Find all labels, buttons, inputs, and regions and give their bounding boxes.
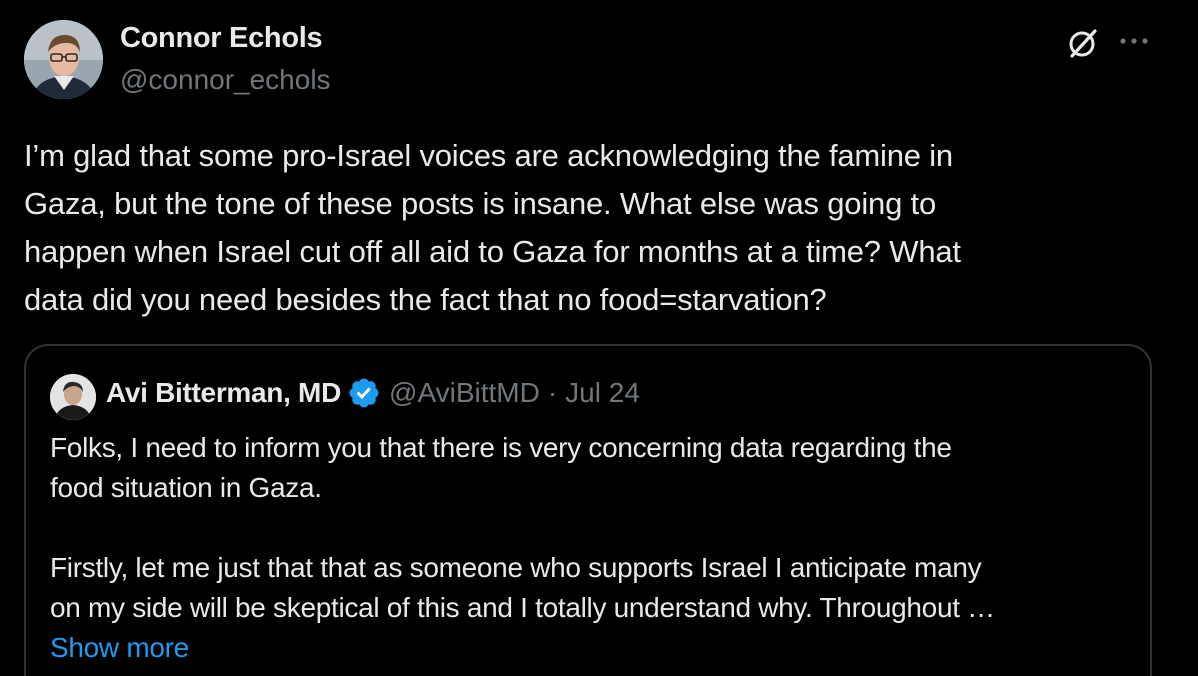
meta-separator: ·	[547, 377, 558, 408]
quoted-author-avatar-image	[50, 374, 96, 420]
quoted-author-avatar[interactable]	[50, 374, 96, 420]
quoted-date[interactable]: Jul 24	[565, 377, 640, 409]
quoted-tweet[interactable]: Avi Bitterman, MD @AviBittMD · Jul 24 Fo…	[24, 344, 1152, 676]
author-avatar[interactable]	[24, 20, 103, 99]
quoted-author-name[interactable]: Avi Bitterman, MD	[106, 377, 341, 409]
grok-icon	[1069, 29, 1097, 58]
verified-badge-icon	[349, 378, 379, 408]
quoted-header: Avi Bitterman, MD @AviBittMD · Jul 24	[106, 376, 640, 410]
quoted-author-handle[interactable]: @AviBittMD	[389, 377, 540, 409]
grok-button[interactable]	[1064, 24, 1102, 62]
show-more-link[interactable]: Show more	[50, 628, 1140, 668]
tweet-text: I’m glad that some pro-Israel voices are…	[24, 138, 961, 317]
author-avatar-image	[24, 20, 103, 99]
author-handle[interactable]: @connor_echols	[120, 64, 331, 96]
tweet: Connor Echols @connor_echols I’m glad th…	[0, 0, 1198, 676]
more-icon	[1120, 38, 1148, 44]
quoted-text: Folks, I need to inform you that there i…	[50, 428, 1140, 668]
author-name[interactable]: Connor Echols	[120, 22, 323, 55]
more-options-button[interactable]	[1114, 24, 1154, 58]
quoted-paragraph-2: Firstly, let me just that that as someon…	[50, 552, 995, 623]
quoted-paragraph-1: Folks, I need to inform you that there i…	[50, 432, 952, 503]
